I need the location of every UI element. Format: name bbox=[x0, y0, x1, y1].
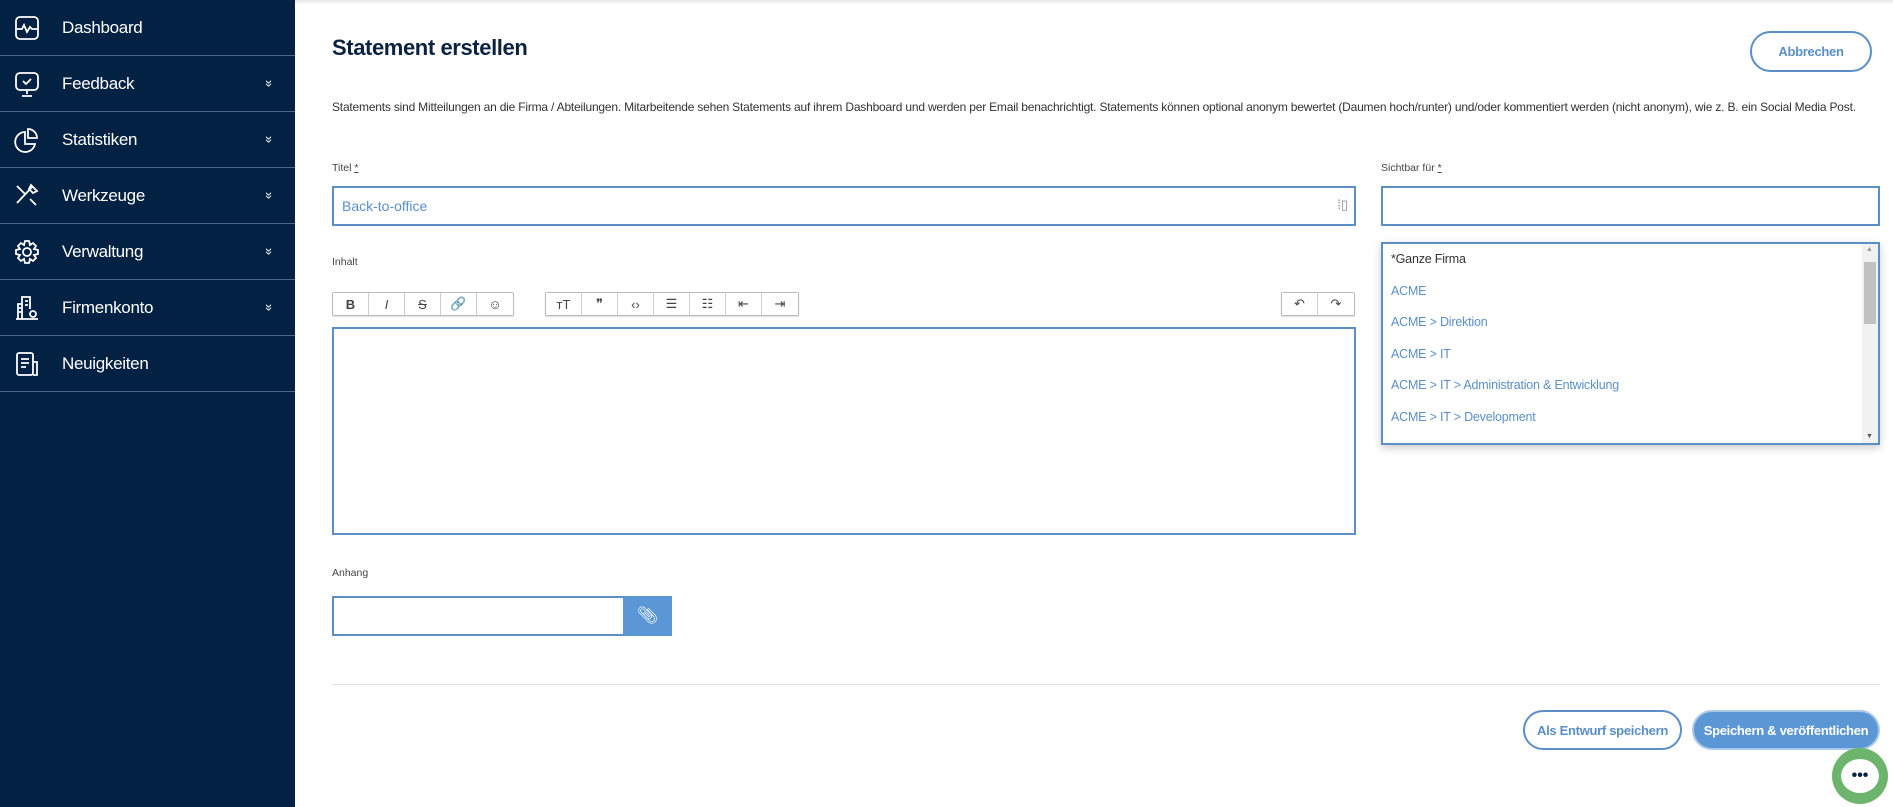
sidebar-item-dashboard[interactable]: Dashboard bbox=[0, 0, 295, 56]
top-shadow bbox=[295, 0, 1893, 5]
sidebar-item-firmenkonto[interactable]: Firmenkonto » bbox=[0, 280, 295, 336]
dropdown-scrollbar[interactable]: ▲ ▼ bbox=[1862, 244, 1878, 443]
dropdown-option[interactable]: ACME bbox=[1391, 284, 1427, 298]
toolbar-history-group: ↶ ↷ bbox=[1281, 292, 1355, 316]
sidebar-item-label: Werkzeuge bbox=[62, 185, 145, 205]
dropdown-option[interactable]: ACME > IT > Development bbox=[1391, 410, 1536, 424]
chat-button[interactable]: ••• bbox=[1832, 748, 1888, 804]
scroll-up-icon[interactable]: ▲ bbox=[1866, 246, 1873, 253]
content-editor[interactable] bbox=[332, 327, 1356, 535]
sidebar-item-label: Feedback bbox=[62, 73, 135, 93]
outdent-button[interactable]: ⇤ bbox=[726, 293, 762, 315]
tools-icon bbox=[16, 183, 39, 206]
sidebar-item-label: Statistiken bbox=[62, 129, 138, 149]
publish-button[interactable]: Speichern & veröffentlichen bbox=[1692, 710, 1880, 750]
newspaper-icon bbox=[16, 352, 38, 376]
bold-button[interactable]: B bbox=[333, 293, 369, 315]
visible-for-input[interactable] bbox=[1381, 186, 1880, 226]
title-label: Titel * bbox=[332, 162, 359, 174]
toolbar-format-group: B I S 🔗 ☺ bbox=[332, 292, 514, 316]
strikethrough-button[interactable]: S bbox=[405, 293, 441, 315]
title-input-value: Back-to-office bbox=[342, 198, 428, 214]
sidebar-item-label: Dashboard bbox=[62, 17, 143, 37]
cancel-button[interactable]: Abbrechen bbox=[1750, 31, 1872, 72]
gear-icon bbox=[15, 240, 39, 264]
pie-chart-icon bbox=[14, 128, 38, 153]
redo-button[interactable]: ↷ bbox=[1318, 293, 1354, 315]
chevron-double-down-icon[interactable]: » bbox=[262, 248, 277, 255]
pulse-monitor-icon bbox=[15, 16, 39, 40]
password-manager-icon[interactable]: ⁞▯ bbox=[1337, 197, 1348, 213]
chat-bubble-icon: ••• bbox=[1841, 759, 1879, 793]
code-button[interactable]: ‹› bbox=[618, 293, 654, 315]
chevron-double-down-icon[interactable]: » bbox=[262, 192, 277, 199]
sidebar-item-label: Verwaltung bbox=[62, 241, 144, 261]
sidebar-item-neuigkeiten[interactable]: Neuigkeiten bbox=[0, 336, 295, 392]
numbered-list-button[interactable]: ☷ bbox=[690, 293, 726, 315]
building-icon bbox=[16, 296, 38, 320]
sidebar-item-verwaltung[interactable]: Verwaltung » bbox=[0, 224, 295, 280]
dropdown-option[interactable]: *Ganze Firma bbox=[1391, 252, 1466, 266]
page-description: Statements sind Mitteilungen an die Firm… bbox=[332, 100, 1856, 114]
dropdown-option[interactable]: ACME > IT bbox=[1391, 347, 1451, 361]
sidebar-item-werkzeuge[interactable]: Werkzeuge » bbox=[0, 168, 295, 224]
dropdown-option[interactable]: ACME > IT > Administration & Entwicklung bbox=[1391, 378, 1619, 392]
visible-for-dropdown: ▲ ▼ *Ganze Firma ACME ACME > Direktion ACME… bbox=[1381, 242, 1880, 445]
chevron-double-down-icon[interactable]: » bbox=[262, 304, 277, 311]
emoji-button[interactable]: ☺ bbox=[477, 293, 513, 315]
attach-button[interactable]: 📎︎ bbox=[623, 596, 672, 636]
toolbar-block-group: ᴛT ❞ ‹› ☰ ☷ ⇤ ⇥ bbox=[545, 292, 799, 316]
sidebar-item-label: Firmenkonto bbox=[62, 297, 154, 317]
dropdown-option[interactable]: ACME > Direktion bbox=[1391, 315, 1488, 329]
feedback-monitor-icon bbox=[15, 72, 39, 97]
scrollbar-thumb[interactable] bbox=[1864, 262, 1876, 324]
quote-button[interactable]: ❞ bbox=[582, 293, 618, 315]
divider bbox=[332, 684, 1880, 685]
sidebar: Dashboard Feedback » Statistiken » Werkzeuge »… bbox=[0, 0, 295, 807]
bullet-list-button[interactable]: ☰ bbox=[654, 293, 690, 315]
attachment-label: Anhang bbox=[332, 567, 369, 579]
attachment-input[interactable] bbox=[332, 596, 625, 636]
paperclip-icon: 📎︎ bbox=[636, 606, 659, 625]
scroll-down-icon[interactable]: ▼ bbox=[1866, 433, 1873, 440]
sidebar-item-feedback[interactable]: Feedback » bbox=[0, 56, 295, 112]
font-size-button[interactable]: ᴛT bbox=[546, 293, 582, 315]
italic-button[interactable]: I bbox=[369, 293, 405, 315]
content-label: Inhalt bbox=[332, 256, 358, 268]
page-title: Statement erstellen bbox=[332, 35, 528, 60]
sidebar-item-statistiken[interactable]: Statistiken » bbox=[0, 112, 295, 168]
visible-for-label: Sichtbar für * bbox=[1381, 162, 1442, 174]
indent-button[interactable]: ⇥ bbox=[762, 293, 798, 315]
link-button[interactable]: 🔗 bbox=[441, 293, 477, 315]
undo-button[interactable]: ↶ bbox=[1282, 293, 1318, 315]
save-draft-button[interactable]: Als Entwurf speichern bbox=[1523, 710, 1682, 750]
sidebar-item-label: Neuigkeiten bbox=[62, 353, 149, 373]
chevron-double-down-icon[interactable]: » bbox=[262, 136, 277, 143]
chevron-double-down-icon[interactable]: » bbox=[262, 80, 277, 87]
title-input[interactable]: Back-to-office ⁞▯ bbox=[332, 186, 1356, 226]
